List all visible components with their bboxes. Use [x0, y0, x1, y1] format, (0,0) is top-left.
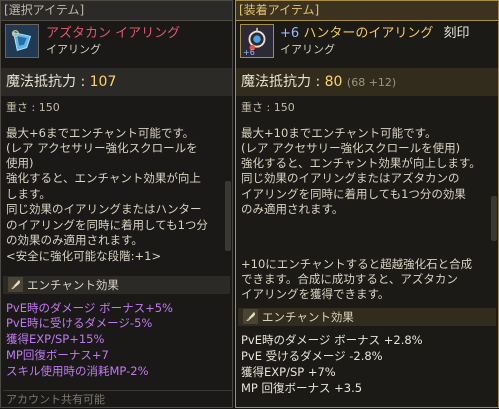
description-line: 同じ効果のイアリングまたはアズタカンの [241, 171, 460, 185]
magic-resist-row: 魔法抵抗力 : 80 (68 +12) [236, 68, 498, 96]
weight-label: 重さ : [6, 101, 36, 114]
magic-resist-row: 魔法抵抗力 : 107 [1, 68, 232, 96]
account-shareable-note: アカウント共有可能 [3, 390, 232, 408]
description-line: 強化すると、エンチャント効果が向上します。 [241, 156, 481, 170]
equipped-item-panel: [装着アイテム] +6 +6 ハンターのイアリング 刻印 イアリング 魔法抵抗力… [235, 0, 499, 408]
azutakan-earring-icon [5, 24, 39, 58]
description-line: のみ適用されます。 [241, 202, 344, 216]
description-line: の効果のみ適用されます。 [6, 233, 143, 247]
scrollbar-thumb[interactable] [491, 196, 497, 241]
enchant-effect-title: エンチャント効果 [262, 310, 354, 324]
engraved-label: 刻印 [443, 26, 470, 41]
magic-resist-breakdown: (68 +12) [346, 76, 397, 89]
feather-quill-icon [8, 277, 23, 292]
magic-resist-label: 魔法抵抗力 : [6, 74, 86, 90]
enchant-level: +6 [280, 26, 300, 41]
enchant-effect-line: PvE時のダメージ ボーナス+5% [6, 301, 173, 315]
equipped-item-type: イアリング [280, 43, 335, 56]
weight-value: 150 [38, 101, 60, 114]
description-line: イアリングを同時に着用しても1つ分の効果 [241, 187, 466, 201]
description-line: 強化すると、エンチャント効果が向上 [6, 171, 201, 185]
equipped-item-header: [装着アイテム] [236, 1, 498, 21]
description-line: イアリングを獲得できます。 [241, 287, 390, 301]
weight-row: 重さ : 150 [6, 101, 60, 114]
weight-label: 重さ : [241, 101, 271, 114]
description-line: できます。合成に成功すると、アズタカン [241, 272, 458, 286]
description-line: 使用) [6, 156, 34, 170]
scrollbar-thumb[interactable] [225, 181, 231, 251]
description-line: +10にエンチャントすると超越強化石と合成 [241, 257, 473, 271]
description-line: 最大+6までエンチャント可能です。 [6, 126, 195, 140]
enchant-effect-line: PvE時のダメージ ボーナス +2.8% [241, 333, 423, 347]
hunter-earring-icon: +6 [240, 24, 274, 58]
enchant-effect-title: エンチャント効果 [27, 278, 119, 292]
description-line: 最大+10までエンチャント可能です。 [241, 126, 437, 140]
selected-item-panel: [選択アイテム] アズタカン イアリング イアリング 魔法抵抗力 : 107 重… [0, 0, 233, 408]
enchant-effect-line: 獲得EXP/SP +7% [241, 365, 336, 379]
selected-item-header: [選択アイテム] [1, 1, 232, 21]
enchant-effect-line: MP 回復ボーナス +3.5 [241, 381, 363, 395]
description-line: のイアリングを同時に着用しても1つ分 [6, 218, 208, 232]
description-line: (レア アクセサリー強化スクロールを使用) [241, 141, 461, 155]
weight-value: 150 [273, 101, 295, 114]
enchant-effect-line: PvE 受けるダメージ -2.8% [241, 349, 383, 363]
weight-row: 重さ : 150 [241, 101, 295, 114]
enchant-effect-line: 獲得EXP/SP+15% [6, 332, 105, 346]
selected-item-type: イアリング [46, 43, 101, 56]
selected-item-name: アズタカン イアリング [46, 26, 181, 41]
equipped-item-name: ハンターのイアリング [303, 26, 434, 41]
magic-resist-value: 107 [89, 74, 117, 90]
icon-enchant-badge: +6 [243, 48, 255, 57]
enchant-effect-header: エンチャント効果 [3, 276, 230, 294]
enchant-effect-line: MP回復ボーナス+7 [6, 348, 109, 362]
equipped-item-title: +6 ハンターのイアリング 刻印 [280, 26, 469, 41]
feather-quill-icon [243, 309, 258, 324]
enchant-effect-line: PvE時に受けるダメージ-5% [6, 316, 153, 330]
safe-enchant-level: <安全に強化可能な段階:+1> [6, 249, 162, 263]
description-line: (レア アクセサリー強化スクロールを [6, 141, 198, 155]
magic-resist-label: 魔法抵抗力 : [241, 74, 321, 90]
enchant-effect-header: エンチャント効果 [238, 308, 496, 326]
description-line: します。 [6, 187, 51, 201]
description-line: 同じ効果のイアリングまたはハンター [6, 202, 202, 216]
magic-resist-value: 80 [324, 74, 343, 90]
enchant-effect-line: スキル使用時の消耗MP-2% [6, 364, 149, 378]
